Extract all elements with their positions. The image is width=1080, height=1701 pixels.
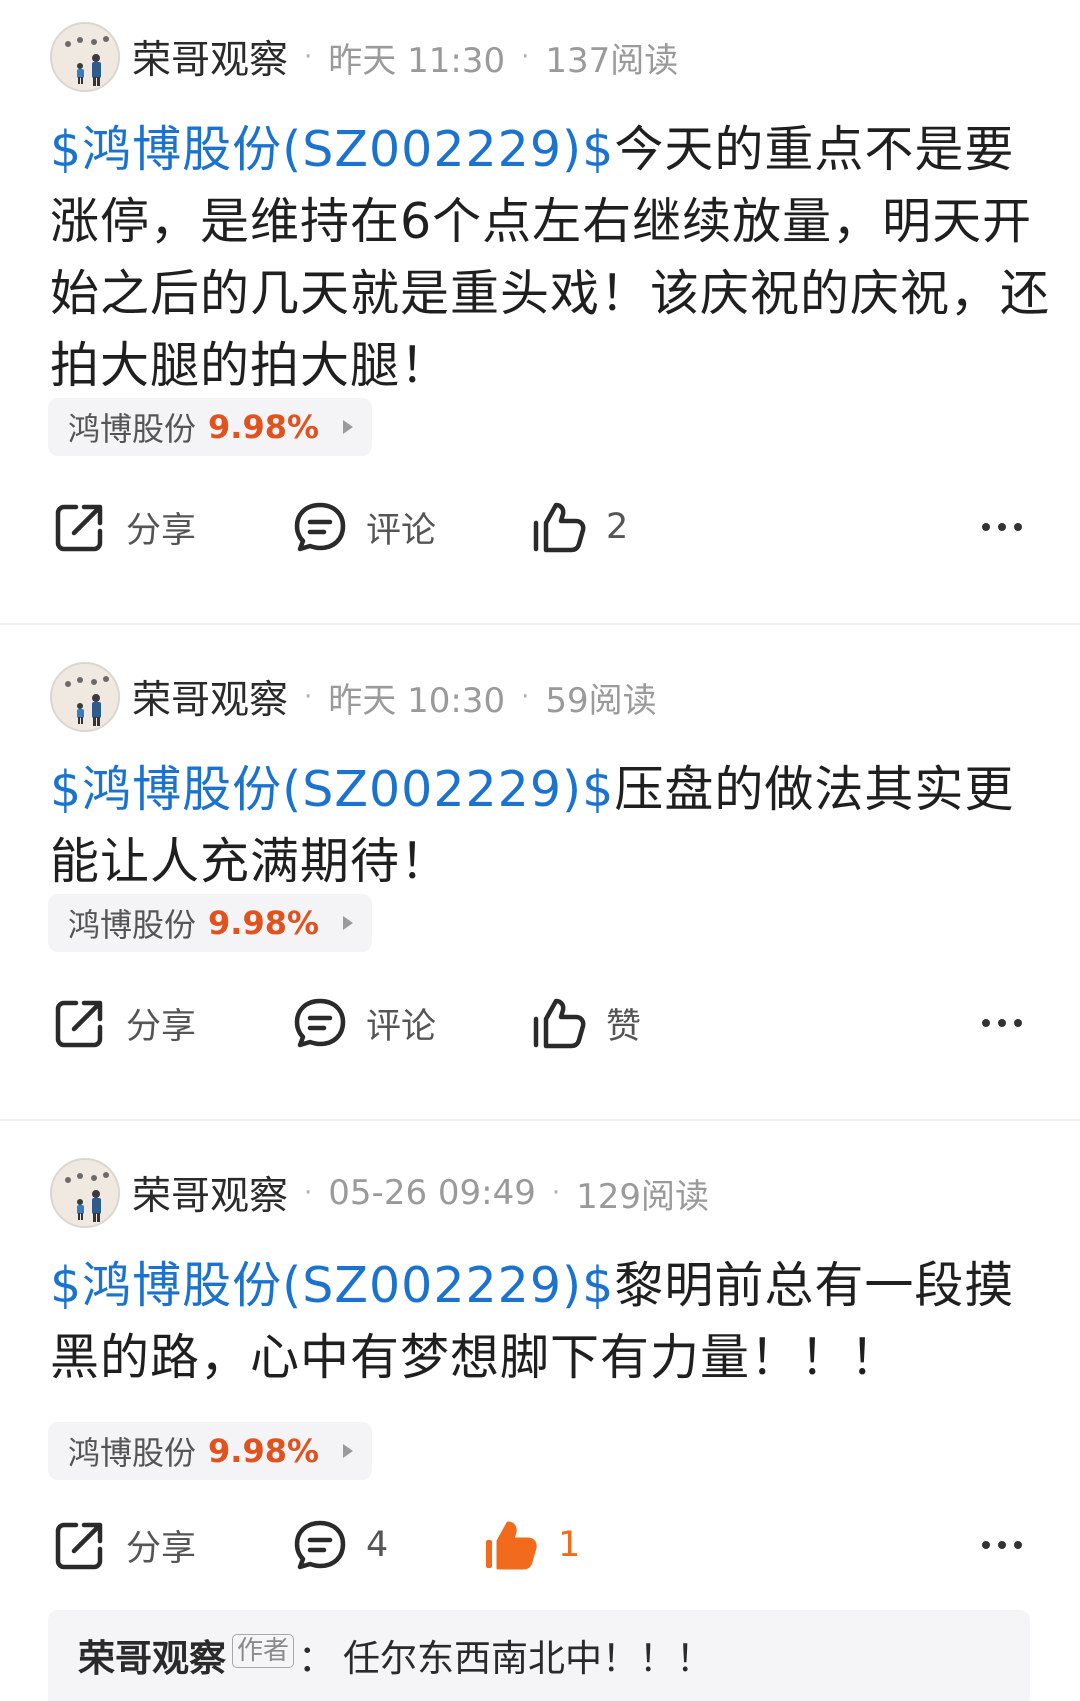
chip-stock-change: 9.98% (208, 408, 320, 446)
author-name[interactable]: 荣哥观察 (132, 669, 288, 725)
reply-author-name[interactable]: 荣哥观察 (78, 1628, 226, 1682)
action-bar: 分享 评论 2 (0, 492, 1080, 562)
meta-separator: · (551, 1178, 561, 1208)
like-button[interactable]: 赞 (532, 988, 641, 1058)
comment-button[interactable]: 评论 (292, 988, 436, 1058)
avatar[interactable] (50, 662, 120, 732)
like-button[interactable]: 1 (484, 1510, 580, 1580)
post-header: 荣哥观察 · 昨天 11:30 · 137阅读 (50, 22, 678, 92)
avatar[interactable] (50, 1158, 120, 1228)
action-bar: 分享 4 1 (0, 1510, 1080, 1580)
post-time: 05-26 09:49 (328, 1173, 536, 1213)
share-button[interactable]: 分享 (52, 492, 196, 562)
chip-stock-change: 9.98% (208, 1432, 320, 1470)
chevron-right-icon (343, 916, 354, 930)
read-count: 137阅读 (545, 40, 679, 81)
author-reply[interactable]: 荣哥观察 作者 ： 任尔东西南北中！！！ (48, 1610, 1030, 1701)
chevron-right-icon (343, 1444, 354, 1458)
stock-link[interactable]: $鸿博股份(SZ002229)$ (50, 121, 614, 178)
comment-label: 评论 (366, 510, 437, 551)
stock-chip[interactable]: 鸿博股份 9.98% (48, 894, 372, 952)
reply-colon: ： (298, 1637, 336, 1680)
stock-chip[interactable]: 鸿博股份 9.98% (48, 1422, 372, 1480)
action-bar: 分享 评论 赞 (0, 988, 1080, 1058)
share-icon (55, 1000, 103, 1048)
post-content[interactable]: $鸿博股份(SZ002229)$压盘的做法其实更能让人充满期待！ (50, 754, 1050, 898)
post-divider (0, 623, 1080, 625)
meta-separator: · (304, 682, 313, 712)
avatar-image (52, 664, 118, 730)
more-icon[interactable] (982, 988, 1022, 1058)
share-icon (55, 1522, 103, 1570)
like-button[interactable]: 2 (532, 492, 628, 562)
like-icon (533, 502, 586, 553)
read-count: 129阅读 (576, 1176, 710, 1217)
comment-button[interactable]: 4 (292, 1510, 388, 1580)
read-count: 59阅读 (545, 680, 657, 721)
meta-separator: · (521, 682, 530, 712)
share-button[interactable]: 分享 (52, 1510, 196, 1580)
share-label: 分享 (126, 1528, 197, 1569)
post-divider (0, 1119, 1080, 1121)
comment-icon (294, 502, 346, 552)
comment-icon (294, 1520, 346, 1570)
more-icon[interactable] (982, 492, 1022, 562)
avatar-image (52, 24, 118, 90)
avatar[interactable] (50, 22, 120, 92)
meta-separator: · (304, 1178, 313, 1208)
share-label: 分享 (126, 510, 197, 551)
stock-link[interactable]: $鸿博股份(SZ002229)$ (50, 1257, 614, 1314)
post-time: 昨天 10:30 (328, 680, 506, 721)
comment-label: 评论 (366, 1006, 437, 1047)
post-header: 荣哥观察 · 05-26 09:49 · 129阅读 (50, 1158, 709, 1228)
like-label: 2 (606, 507, 629, 547)
avatar-image (52, 1160, 118, 1226)
post-header: 荣哥观察 · 昨天 10:30 · 59阅读 (50, 662, 657, 732)
comment-icon (294, 998, 346, 1048)
reply-text: 任尔东西南北中！！！ (343, 1637, 714, 1680)
comment-button[interactable]: 评论 (292, 492, 436, 562)
share-label: 分享 (126, 1006, 197, 1047)
share-button[interactable]: 分享 (52, 988, 196, 1058)
like-count: 1 (558, 1525, 581, 1565)
share-icon (55, 504, 103, 552)
chip-stock-change: 9.98% (208, 904, 320, 942)
comment-count: 4 (366, 1525, 389, 1565)
like-filled-icon (486, 1521, 537, 1570)
author-badge: 作者 (232, 1634, 295, 1668)
chip-stock-name: 鸿博股份 (68, 906, 197, 944)
like-icon (533, 998, 586, 1049)
meta-separator: · (521, 42, 530, 72)
author-name[interactable]: 荣哥观察 (132, 29, 288, 85)
post-content[interactable]: $鸿博股份(SZ002229)$今天的重点不是要涨停，是维持在6个点左右继续放量… (50, 114, 1050, 402)
meta-separator: · (304, 42, 313, 72)
chip-stock-name: 鸿博股份 (68, 410, 197, 448)
stock-chip[interactable]: 鸿博股份 9.98% (48, 398, 372, 456)
author-name[interactable]: 荣哥观察 (132, 1165, 288, 1221)
post-time: 昨天 11:30 (328, 40, 506, 81)
more-icon[interactable] (982, 1510, 1022, 1580)
chip-stock-name: 鸿博股份 (68, 1434, 197, 1472)
post-content[interactable]: $鸿博股份(SZ002229)$黎明前总有一段摸黑的路，心中有梦想脚下有力量！！… (50, 1250, 1050, 1394)
chevron-right-icon (343, 420, 354, 434)
like-label: 赞 (606, 1006, 642, 1047)
stock-link[interactable]: $鸿博股份(SZ002229)$ (50, 761, 614, 818)
